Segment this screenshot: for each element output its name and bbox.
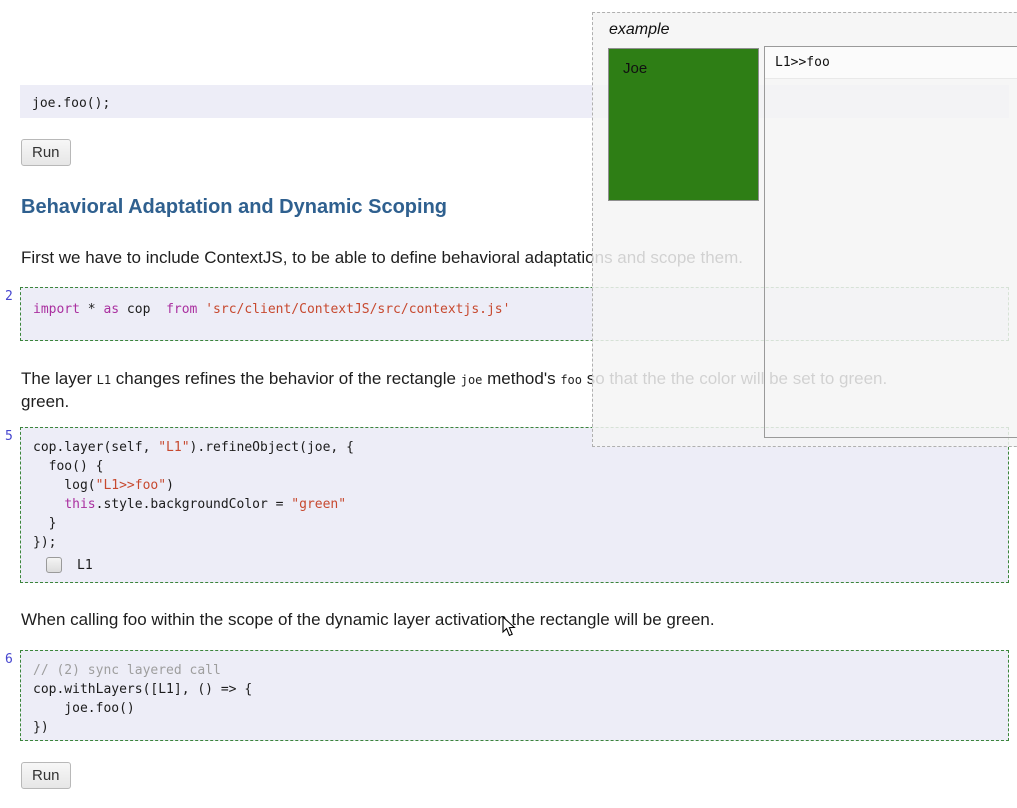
example-panel-title: example [609,21,670,38]
code-lines: cop.layer(self, "L1").refineObject(joe, … [33,440,354,550]
paragraph-with-layers: When calling foo within the scope of the… [21,610,715,629]
page-title: Behavioral Adaptation and Dynamic Scopin… [21,196,447,218]
log-line: L1>>foo [765,47,1017,79]
joe-rectangle[interactable]: Joe [608,48,759,201]
layer-l1-checkbox[interactable] [46,557,62,573]
layer-l1-checkbox-label: L1 [77,557,93,573]
line-number: 5 [5,429,13,444]
code-cell-refine-object[interactable]: 5 cop.layer(self, "L1").refineObject(joe… [5,427,1009,583]
line-number: 2 [5,289,13,304]
code-lines: // (2) sync layered call cop.withLayers([… [33,663,253,735]
code-cell-with-layers[interactable]: 6 // (2) sync layered call cop.withLayers… [5,650,1009,741]
run-button-top[interactable]: Run [21,139,71,166]
log-output-pane: L1>>foo [764,46,1017,438]
line-number: 6 [5,652,13,667]
mouse-cursor-icon [502,616,516,637]
example-overlay-panel: example Joe L1>>foo [592,12,1017,447]
layer-toggle-row: L1 [33,556,996,574]
notebook-page: joe.foo(); Run Behavioral Adaptation and… [0,0,1017,808]
run-button-bottom[interactable]: Run [21,762,71,789]
joe-rectangle-label: Joe [623,60,648,77]
